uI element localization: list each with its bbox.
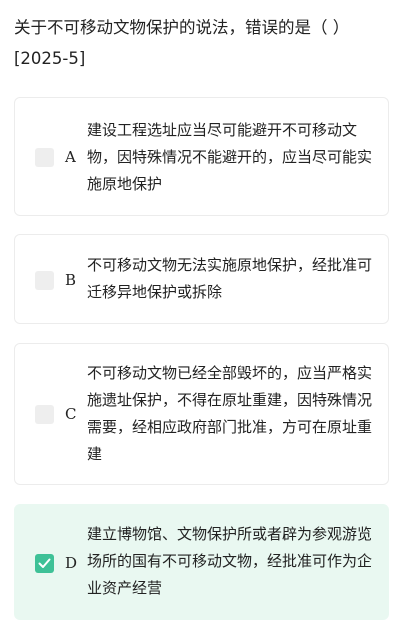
- question-source: [2025-5]: [14, 49, 86, 68]
- option-d-text: 建立博物馆、文物保护所或者辟为参观游览场所的国有不可移动文物，经批准可作为企业资…: [87, 525, 373, 597]
- question-text: 关于不可移动文物保护的说法，错误的是（ ） [2025-5]: [14, 12, 394, 74]
- checkmark-icon: [38, 558, 51, 568]
- option-b-letter: B: [65, 271, 77, 289]
- option-d[interactable]: D 建立博物馆、文物保护所或者辟为参观游览场所的国有不可移动文物，经批准可作为企…: [14, 504, 389, 620]
- option-c-text: 不可移动文物已经全部毁坏的，应当严格实施遗址保护，不得在原址重建，因特殊情况需要…: [87, 364, 373, 463]
- option-d-letter: D: [65, 554, 78, 572]
- option-c-letter: C: [65, 405, 77, 423]
- option-b-text: 不可移动文物无法实施原地保护，经批准可迁移异地保护或拆除: [87, 256, 373, 301]
- option-a-letter: A: [65, 148, 76, 166]
- option-a[interactable]: A 建设工程选址应当尽可能避开不可移动文物，因特殊情况不能避开的，应当尽可能实施…: [14, 97, 389, 216]
- option-d-checkbox[interactable]: [35, 554, 54, 573]
- option-c-checkbox[interactable]: [35, 405, 54, 424]
- option-a-checkbox[interactable]: [35, 148, 54, 167]
- option-a-text: 建设工程选址应当尽可能避开不可移动文物，因特殊情况不能避开的，应当尽可能实施原地…: [87, 121, 373, 193]
- option-b-checkbox[interactable]: [35, 271, 54, 290]
- option-b[interactable]: B 不可移动文物无法实施原地保护，经批准可迁移异地保护或拆除: [14, 234, 389, 324]
- question-stem: 关于不可移动文物保护的说法，错误的是（ ）: [14, 18, 350, 37]
- option-c[interactable]: C 不可移动文物已经全部毁坏的，应当严格实施遗址保护，不得在原址重建，因特殊情况…: [14, 343, 389, 485]
